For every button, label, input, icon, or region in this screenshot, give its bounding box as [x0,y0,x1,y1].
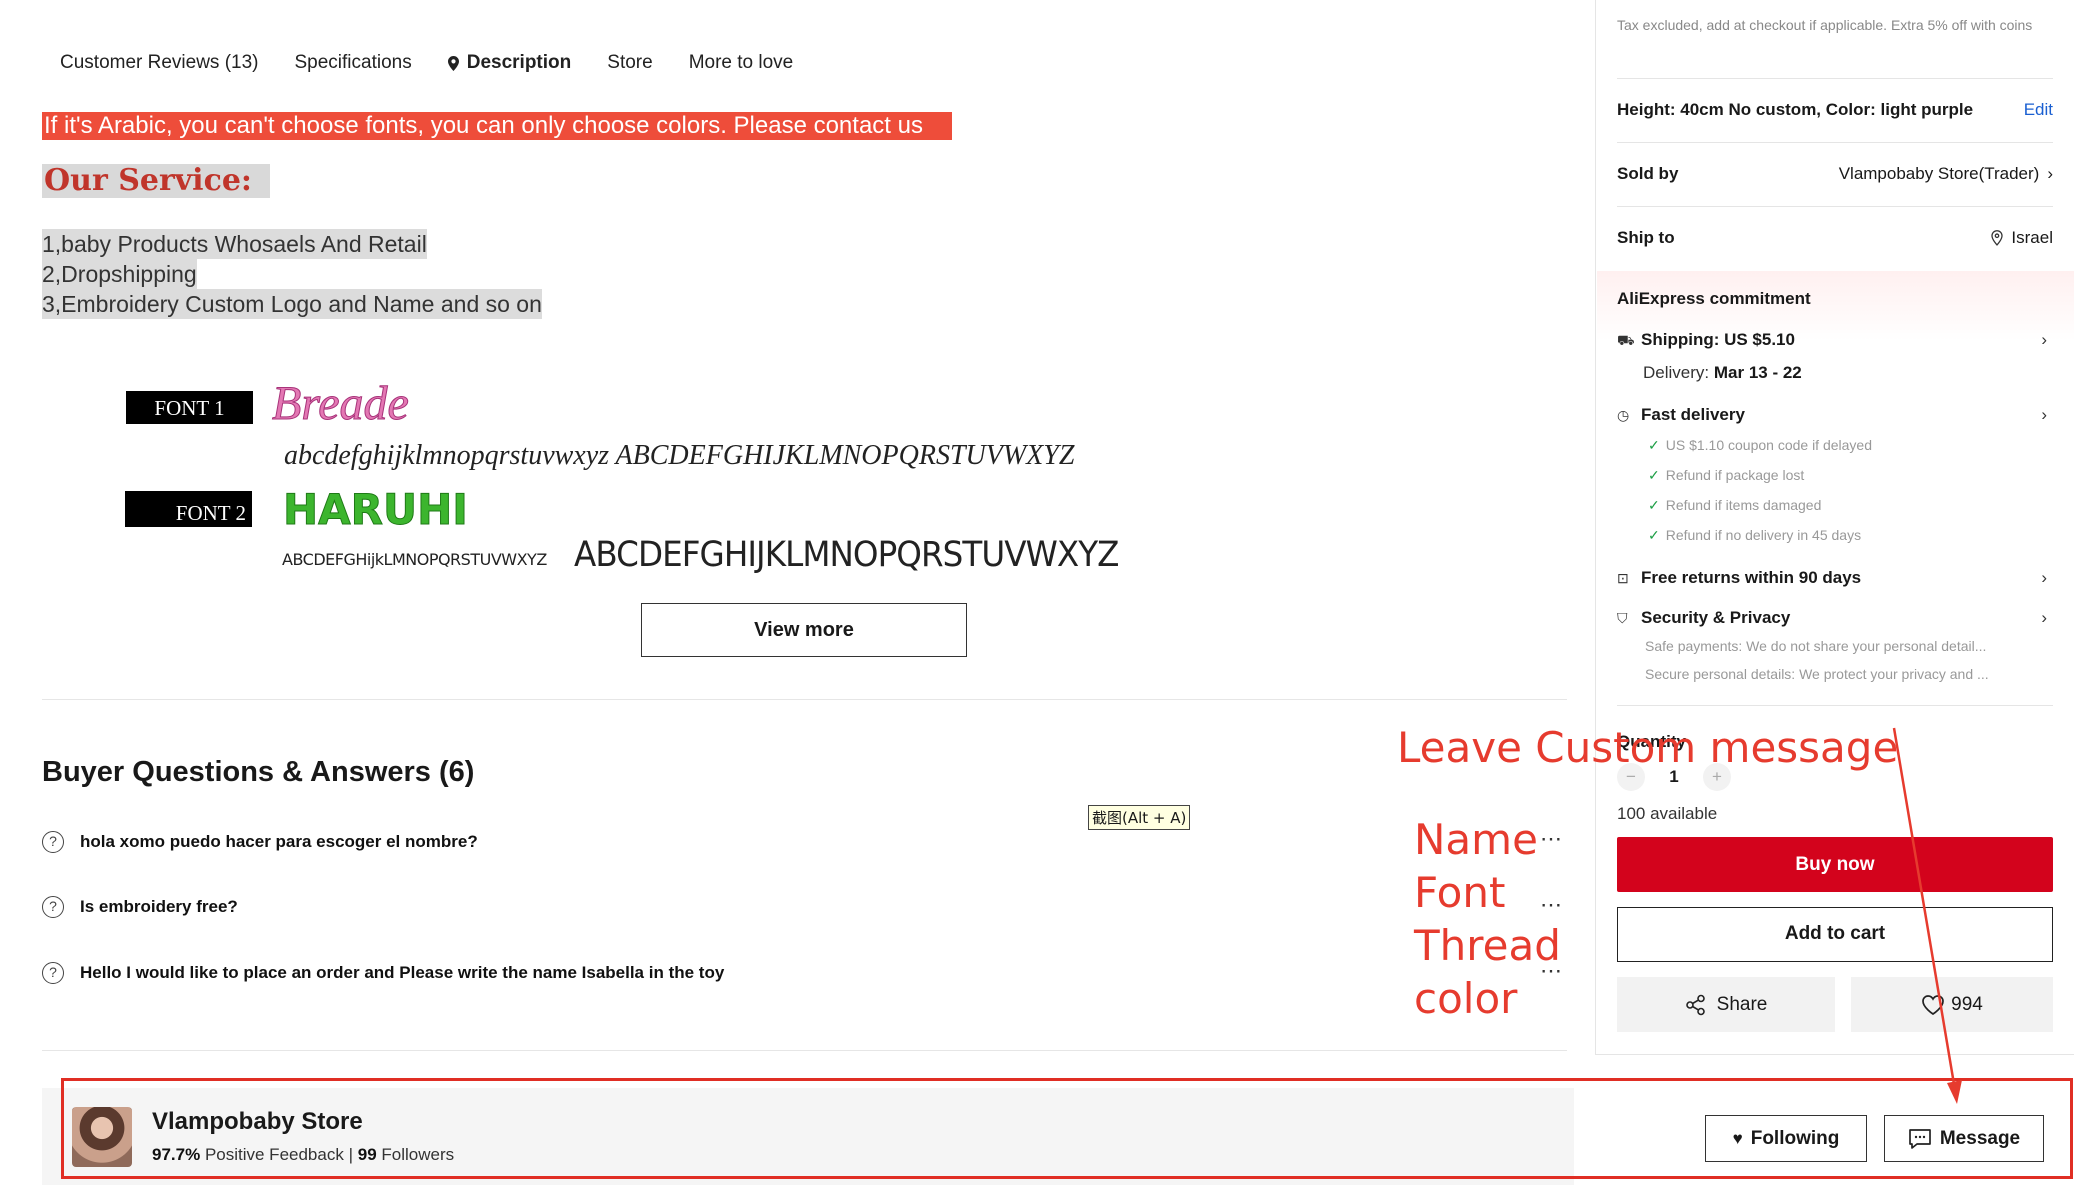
annotation-line: Name [1414,815,1538,864]
annotation-arrow [1892,727,1962,1104]
annotation-line: Font [1414,868,1506,917]
annotation-leave-message: Leave Custom message [1397,723,1899,772]
annotation-line: color [1414,974,1518,1023]
annotation-line: Thread [1414,921,1561,970]
